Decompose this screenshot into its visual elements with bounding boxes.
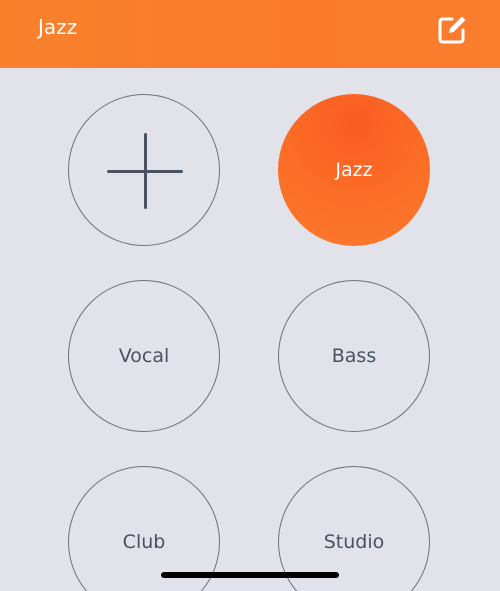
add-preset-button[interactable] xyxy=(68,94,220,246)
preset-jazz[interactable]: Jazz xyxy=(278,94,430,246)
preset-label: Jazz xyxy=(335,159,373,181)
preset-label: Club xyxy=(122,531,166,553)
preset-label: Vocal xyxy=(118,345,170,367)
app-header: Jazz xyxy=(0,0,500,68)
preset-grid: Jazz Vocal Bass Club Studio xyxy=(0,68,500,591)
home-indicator[interactable] xyxy=(161,572,339,578)
preset-vocal[interactable]: Vocal xyxy=(68,280,220,432)
preset-label: Bass xyxy=(331,345,377,367)
edit-button[interactable] xyxy=(432,10,472,50)
preset-label: Studio xyxy=(323,531,385,553)
page-title: Jazz xyxy=(38,15,78,39)
preset-bass[interactable]: Bass xyxy=(278,280,430,432)
plus-icon-vertical xyxy=(143,133,147,209)
edit-icon xyxy=(438,16,466,44)
